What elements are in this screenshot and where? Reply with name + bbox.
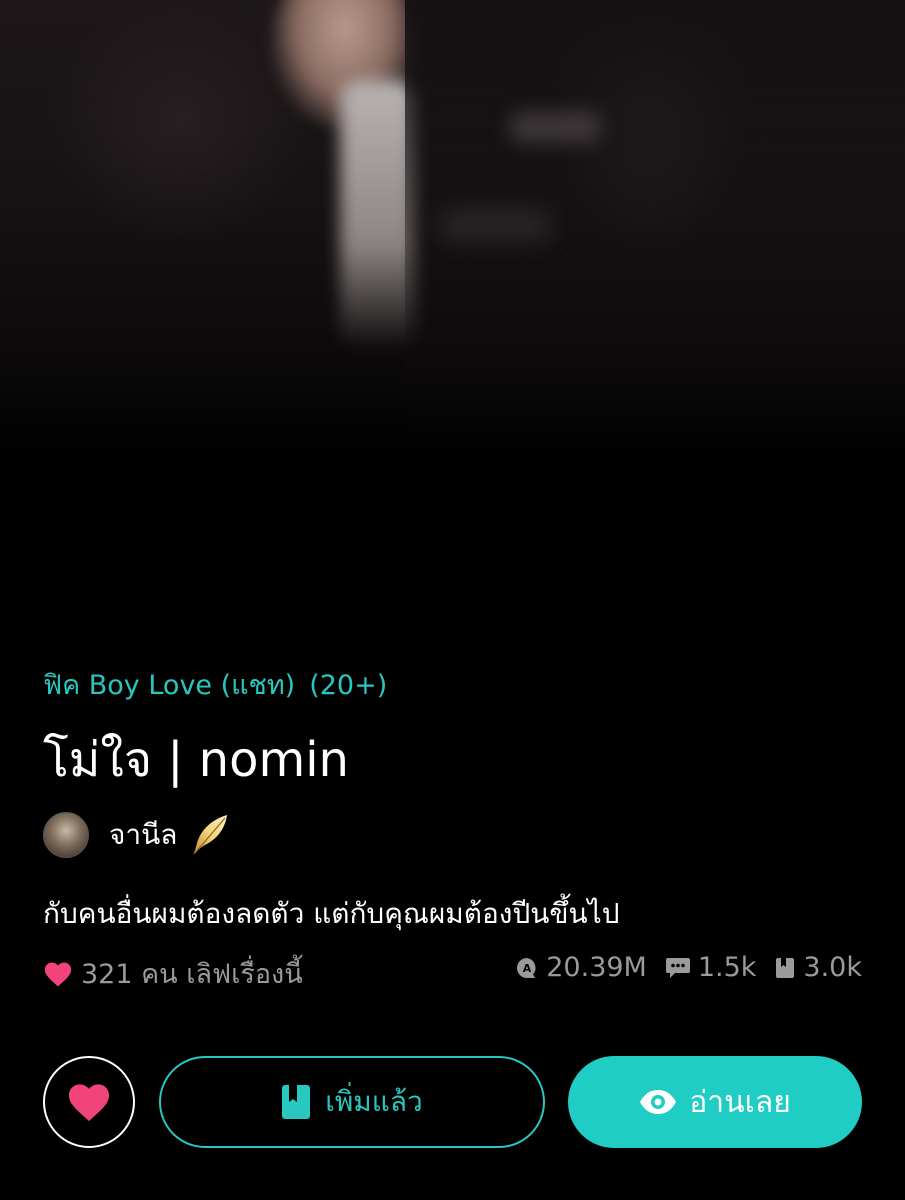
like-button[interactable] [43, 1056, 135, 1148]
category-label: ฟิค Boy Love (แชท) [43, 670, 296, 701]
story-title: โม่ใจ | nomin [43, 732, 349, 788]
bookmarks-stat: 3.0k [774, 952, 862, 983]
love-count-text: 321 คน เลิฟเรื่องนี้ [81, 959, 303, 990]
views-icon: A [517, 957, 536, 978]
gold-quill-icon [193, 815, 228, 855]
book-icon [776, 957, 795, 978]
comments-count: 1.5k [697, 952, 757, 983]
comment-icon [665, 957, 690, 978]
read-now-button[interactable]: อ่านเลย [568, 1056, 862, 1148]
author-row[interactable]: จานีล [43, 812, 233, 858]
views-count: 20.39M [546, 952, 647, 983]
svg-text:A: A [523, 962, 532, 975]
story-category[interactable]: ฟิค Boy Love (แชท) (20+) [43, 663, 387, 706]
age-rating: (20+) [309, 670, 388, 701]
eye-icon [640, 1090, 677, 1114]
read-label: อ่านเลย [689, 1084, 791, 1120]
added-label: เพิ่มแล้ว [325, 1085, 423, 1118]
story-tagline: กับคนอื่นผมต้องลดตัว แต่กับคุณผมต้องปีนข… [43, 897, 620, 930]
views-stat: A 20.39M [515, 952, 647, 983]
bookmarks-count: 3.0k [803, 952, 862, 983]
comments-stat: 1.5k [665, 952, 757, 983]
author-avatar[interactable] [43, 812, 89, 858]
love-count: 321 คน เลิฟเรื่องนี้ [43, 952, 303, 995]
bookmark-icon [282, 1085, 311, 1119]
author-name[interactable]: จานีล [109, 813, 177, 857]
story-stats: A 20.39M 1.5k 3.0k [497, 952, 862, 983]
cover-image [0, 0, 905, 640]
added-to-library-button[interactable]: เพิ่มแล้ว [159, 1056, 545, 1148]
heart-icon [68, 1084, 110, 1122]
heart-icon [44, 962, 72, 986]
